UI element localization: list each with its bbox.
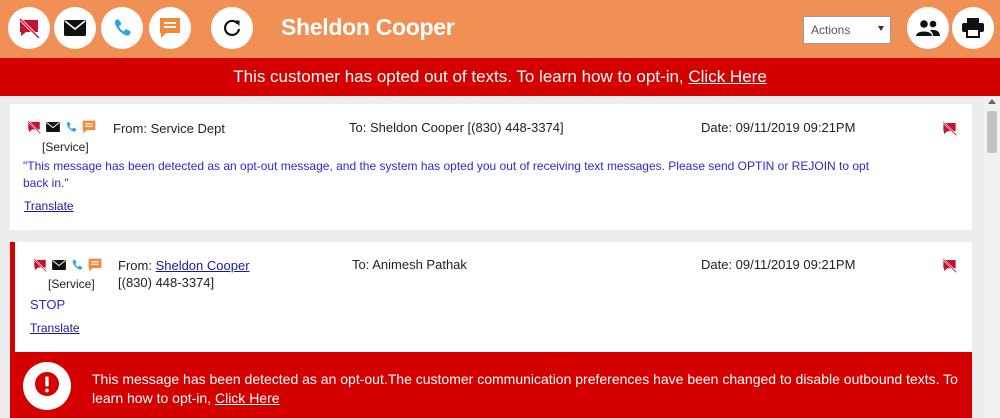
message-date: Date: 09/11/2019 09:21PM [701,120,856,135]
call-button[interactable] [101,7,143,49]
message-date: Date: 09/11/2019 09:21PM [701,257,856,272]
from-phone: [(830) 448-3374] [118,275,215,290]
opted-out-message-icon [18,17,40,39]
message-to: To: Animesh Pathak [352,257,467,272]
scroll-up-arrow-icon[interactable] [988,99,996,104]
optout-button[interactable] [8,7,50,49]
phone-icon [112,18,132,38]
from-contact-link[interactable]: Sheldon Cooper [156,258,250,273]
envelope-icon [46,122,60,132]
page-title: Sheldon Cooper [281,14,455,40]
opted-out-message-icon [27,120,41,134]
from-prefix: From: [113,121,151,136]
banner-text: This customer has opted out of texts. To… [233,67,689,86]
actions-label: Actions [811,23,851,37]
message-body: STOP [30,297,66,312]
message-body: "This message has been detected as an op… [23,159,870,190]
opted-out-message-icon [33,258,47,272]
people-icon [916,19,940,37]
message-from: From: Sheldon Cooper [118,258,250,273]
message-tag: [Service] [48,277,95,291]
alert-click-here-link[interactable]: Click Here [215,390,280,406]
envelope-icon [52,260,66,270]
chat-bubble-icon [88,258,102,272]
scroll-thumb[interactable] [987,111,997,153]
opt-out-alert: This message has been detected as an opt… [15,352,972,418]
phone-icon [71,259,83,271]
message-tag: [Service] [42,140,89,154]
from-name: Service Dept [150,121,225,136]
print-button[interactable] [952,7,994,49]
contacts-button[interactable] [907,7,949,49]
opted-out-message-icon [942,121,958,141]
phone-icon [65,121,77,133]
alert-badge [23,362,71,410]
envelope-icon [64,20,86,36]
alert-text: This message has been detected as an opt… [92,370,962,408]
exclamation-icon [34,371,60,402]
opt-out-banner: This customer has opted out of texts. To… [0,58,1000,96]
email-button[interactable] [54,7,96,49]
message-from: From: Service Dept [113,121,225,136]
chevron-down-icon [878,26,884,31]
translate-link[interactable]: Translate [24,199,74,213]
refresh-icon [223,19,241,37]
chat-bubble-icon [82,120,96,134]
opted-out-message-icon [942,258,958,278]
scrollbar[interactable] [984,96,1000,418]
translate-link[interactable]: Translate [30,321,80,335]
banner-click-here-link[interactable]: Click Here [688,67,766,86]
from-prefix: From: [118,258,156,273]
refresh-button[interactable] [211,7,253,49]
chat-bubble-icon [159,17,181,39]
sms-button[interactable] [149,7,191,49]
message-to: To: Sheldon Cooper [(830) 448-3374] [349,120,564,135]
header-bar: Sheldon Cooper Actions [0,0,1000,58]
message-channel-icons [27,120,96,134]
actions-dropdown[interactable]: Actions [803,16,891,44]
printer-icon [962,18,984,38]
message-channel-icons [33,258,102,272]
